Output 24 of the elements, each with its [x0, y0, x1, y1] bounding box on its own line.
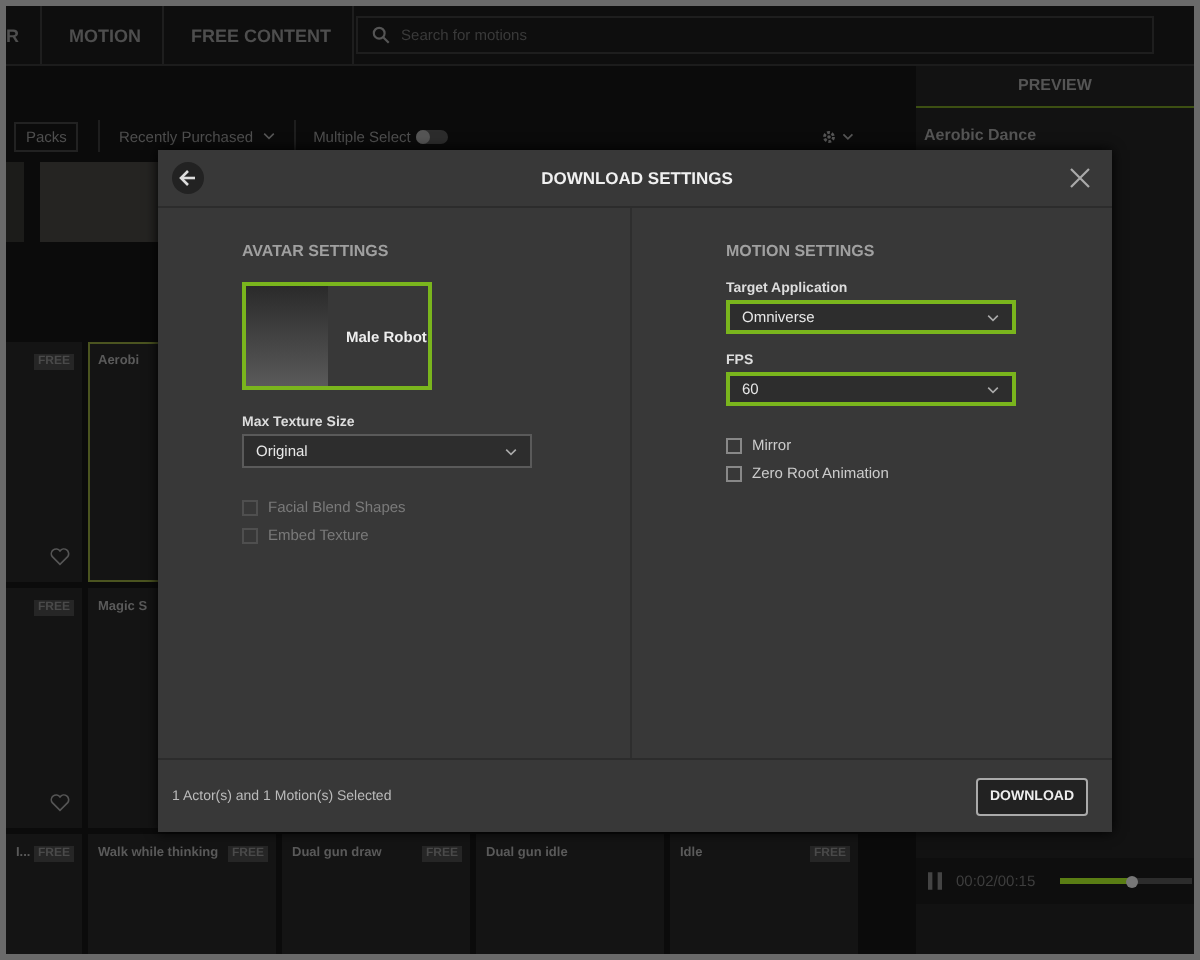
dialog-title: DOWNLOAD SETTINGS — [541, 168, 733, 188]
motion-title: Aerobic Dance — [922, 124, 1039, 144]
chevron-down-icon — [986, 385, 1000, 393]
heart-icon[interactable] — [50, 548, 70, 566]
section-heading: MOTION SETTINGS — [726, 242, 877, 260]
checkbox[interactable] — [726, 465, 742, 481]
nav-item[interactable]: MOTION — [61, 25, 161, 45]
progress-slider[interactable] — [1059, 878, 1192, 884]
back-button[interactable] — [172, 162, 204, 194]
nav-item[interactable]: FREE CONTENT — [183, 25, 352, 45]
chevron-down-icon — [504, 447, 518, 455]
pause-icon[interactable] — [928, 872, 942, 890]
checkbox[interactable] — [726, 437, 742, 453]
heart-icon[interactable] — [50, 794, 70, 812]
caret-icon — [261, 132, 276, 140]
chevron-down-icon — [986, 313, 1000, 321]
settings-icon[interactable] — [820, 127, 856, 145]
section-heading: AVATAR SETTINGS — [242, 242, 391, 260]
avatar-thumbnail — [246, 286, 328, 386]
close-icon[interactable] — [1069, 168, 1090, 188]
toggle-switch[interactable] — [416, 129, 449, 143]
preview-tab[interactable]: PREVIEW — [916, 66, 1194, 108]
search-icon — [371, 26, 390, 44]
nav-item[interactable]: R — [6, 25, 39, 45]
